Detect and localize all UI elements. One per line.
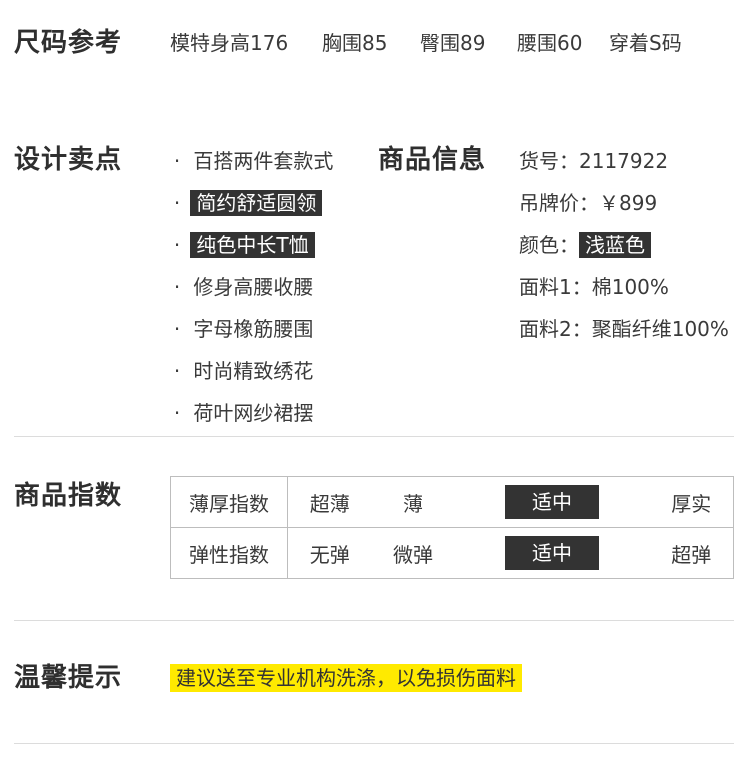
index-option-text: 微弹 (392, 542, 433, 567)
index-option-text: 超弹 (671, 542, 712, 567)
index-row-label: 弹性指数 (170, 527, 288, 579)
tips-text-wrap: 建议送至专业机构洗涤，以免损伤面料 (170, 662, 522, 692)
tips-text: 建议送至专业机构洗涤，以免损伤面料 (170, 664, 522, 692)
index-heading: 商品指数 (14, 481, 123, 511)
size-item-waist: 腰围60 (517, 31, 583, 55)
design-point: · 荷叶网纱裙摆 (170, 397, 314, 426)
tips-heading: 温馨提示 (14, 663, 123, 693)
divider (14, 620, 734, 621)
bullet-dot: · (173, 401, 181, 425)
color-value: 浅蓝色 (579, 232, 651, 258)
index-row-elasticity: 弹性指数 无弹 微弹 适中 超弹 (170, 527, 735, 579)
fabric1-value: 棉100% (591, 275, 669, 299)
design-point-highlighted: 简约舒适圆领 (190, 190, 323, 216)
index-option-selected: 适中 (454, 476, 650, 528)
index-option-text: 适中 (504, 536, 599, 570)
bullet-dot: · (173, 191, 181, 215)
sku-label: 货号： (519, 149, 579, 173)
index-option: 薄 (371, 476, 455, 528)
sku-value: 2117922 (579, 149, 669, 173)
product-price: 吊牌价：￥899 (519, 187, 657, 216)
design-heading: 设计卖点 (14, 145, 123, 175)
design-point: · 字母橡筋腰围 (170, 313, 314, 342)
fabric1-label: 面料1： (519, 275, 592, 299)
fabric2-value: 聚酯纤维100% (591, 317, 729, 341)
index-option: 无弹 (287, 527, 372, 579)
product-fabric2: 面料2：聚酯纤维100% (519, 313, 729, 342)
price-value: ￥899 (599, 191, 658, 215)
product-sku: 货号：2117922 (519, 145, 668, 174)
design-point-text: 时尚精致绣花 (193, 359, 314, 383)
design-point: · 简约舒适圆领 (170, 187, 323, 216)
design-point-text: 百搭两件套款式 (193, 149, 334, 173)
design-point-highlighted: 纯色中长T恤 (190, 232, 315, 258)
index-table: 薄厚指数 超薄 薄 适中 厚实 弹性指数 无弹 微弹 适中 超弹 (170, 476, 735, 579)
bullet-dot: · (173, 317, 181, 341)
size-heading: 尺码参考 (14, 28, 123, 58)
index-option-selected: 适中 (454, 527, 650, 579)
design-point-text: 字母橡筋腰围 (193, 317, 314, 341)
index-option-text: 薄 (402, 491, 423, 516)
bullet-dot: · (173, 275, 181, 299)
design-point-text: 荷叶网纱裙摆 (193, 401, 314, 425)
index-row-thickness: 薄厚指数 超薄 薄 适中 厚实 (170, 476, 735, 528)
index-option-text: 超薄 (309, 491, 350, 516)
index-option-text: 厚实 (671, 491, 712, 516)
fabric2-label: 面料2： (519, 317, 592, 341)
design-point: · 百搭两件套款式 (170, 145, 334, 174)
design-point-text: 修身高腰收腰 (193, 275, 314, 299)
index-option: 超薄 (287, 476, 372, 528)
size-item-worn: 穿着S码 (609, 31, 682, 55)
product-heading: 商品信息 (378, 145, 487, 175)
design-point: · 修身高腰收腰 (170, 271, 314, 300)
bullet-dot: · (173, 233, 181, 257)
index-option: 微弹 (371, 527, 455, 579)
divider (14, 436, 734, 437)
bullet-dot: · (173, 149, 181, 173)
index-option: 厚实 (649, 476, 735, 528)
index-row-label: 薄厚指数 (170, 476, 288, 528)
index-option: 超弹 (649, 527, 735, 579)
bullet-dot: · (173, 359, 181, 383)
size-item-height: 模特身高176 (170, 31, 289, 55)
color-label: 颜色： (519, 233, 579, 257)
design-point: · 时尚精致绣花 (170, 355, 314, 384)
size-item-bust: 胸围85 (322, 31, 388, 55)
price-label: 吊牌价： (519, 191, 599, 215)
index-option-text: 适中 (504, 485, 599, 519)
product-color: 颜色： 浅蓝色 (519, 229, 651, 258)
product-fabric1: 面料1：棉100% (519, 271, 669, 300)
divider (14, 743, 734, 744)
design-point: · 纯色中长T恤 (170, 229, 315, 258)
size-item-hip: 臀围89 (420, 31, 486, 55)
index-option-text: 无弹 (309, 542, 350, 567)
